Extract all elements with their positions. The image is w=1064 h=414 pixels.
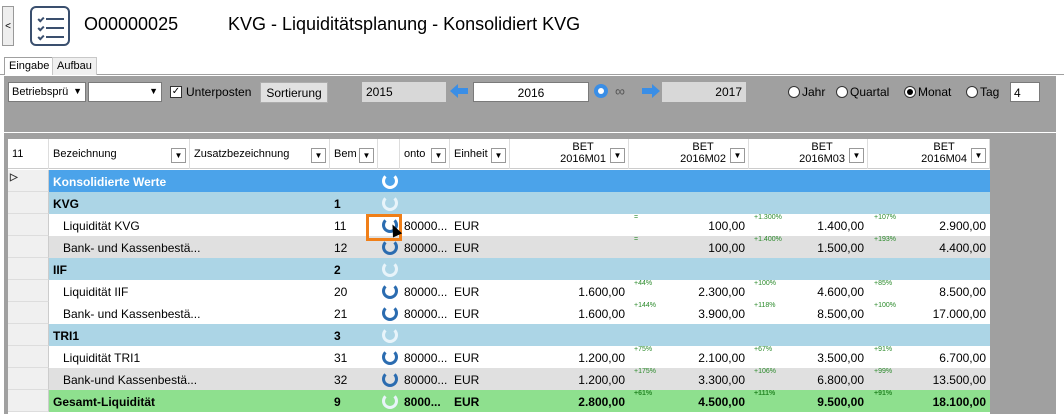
filter-icon[interactable]: ▼	[971, 148, 986, 163]
radio-tag[interactable]	[966, 86, 978, 98]
refresh-icon[interactable]	[382, 173, 398, 189]
row-selector[interactable]	[8, 214, 49, 236]
radio-monat[interactable]	[904, 86, 916, 98]
radio-jahr[interactable]	[788, 86, 800, 98]
unterposten-label: Unterposten	[186, 85, 252, 99]
table-row[interactable]: KVG 1	[8, 192, 990, 214]
col-refresh	[378, 139, 400, 169]
grid-frame: 11 Bezeichnung ▼ Zusatzbezeichnung ▼ Bem ▼ …	[4, 133, 1056, 414]
checklist-icon	[30, 6, 70, 46]
object-id: O00000025	[84, 14, 179, 34]
row-selector[interactable]	[8, 236, 49, 258]
col-einheit[interactable]: Einheit ▼	[450, 139, 510, 169]
refresh-icon[interactable]	[382, 283, 398, 299]
refresh-icon[interactable]	[382, 305, 398, 321]
col-bem[interactable]: Bem ▼	[330, 139, 378, 169]
tag-stepper[interactable]: 4	[1010, 82, 1040, 102]
view-select-value: Betriebsprü	[12, 86, 69, 98]
table-row[interactable]: Bank- und Kassenbestä... 21 80000... EUR…	[8, 302, 990, 324]
row-selector[interactable]	[8, 324, 49, 346]
table-row[interactable]: Bank-und Kassenbestä... 32 80000... EUR …	[8, 368, 990, 390]
refresh-icon[interactable]	[382, 195, 398, 211]
toolbar: Betriebsprü ▼ ▼ ✓ Unterposten Sortierung…	[4, 76, 1056, 132]
header: < O00000025 KVG - Liquiditätsplanung - K…	[0, 0, 1064, 54]
col-selector[interactable]: 11	[8, 139, 49, 169]
filter-icon[interactable]: ▼	[849, 148, 864, 163]
tab-aufbau[interactable]: Aufbau	[52, 57, 97, 75]
table-row[interactable]: Liquidität KVG 11 80000... EUR = 100,00 …	[8, 214, 990, 236]
grid-header: 11 Bezeichnung ▼ Zusatzbezeichnung ▼ Bem ▼ …	[8, 139, 990, 169]
col-m03[interactable]: BET 2016M03 ▼	[749, 139, 868, 169]
unterposten-checkbox[interactable]: ✓	[170, 86, 182, 98]
calendar-reset-icon[interactable]	[593, 83, 609, 99]
check-mark-icon	[37, 33, 45, 41]
radio-quartal-label: Quartal	[850, 85, 890, 99]
table-row[interactable]: ▷ Konsolidierte Werte	[8, 170, 990, 192]
row-selector[interactable]	[8, 346, 49, 368]
radio-monat-label: Monat	[918, 85, 952, 99]
row-selector[interactable]	[8, 192, 49, 214]
row-selector[interactable]	[8, 368, 49, 390]
col-bezeichnung[interactable]: Bezeichnung ▼	[49, 139, 190, 169]
back-button[interactable]: <	[2, 6, 14, 46]
tab-bar: Eingabe Aufbau	[0, 57, 1064, 75]
table-row-total[interactable]: Gesamt-Liquidität 9 8000... EUR 2.800,00…	[8, 390, 990, 412]
filter-icon[interactable]: ▼	[171, 148, 186, 163]
table-row[interactable]: Liquidität IIF 20 80000... EUR 1.600,00 …	[8, 280, 990, 302]
arrow-left-icon[interactable]	[450, 84, 468, 98]
tag-stepper-value: 4	[1014, 86, 1021, 100]
filter-icon[interactable]: ▼	[491, 148, 506, 163]
radio-tag-label: Tag	[980, 85, 1000, 99]
page-title: KVG - Liquiditätsplanung - Konsolidiert …	[228, 14, 581, 34]
view-select[interactable]: Betriebsprü ▼	[8, 82, 86, 102]
tab-eingabe[interactable]: Eingabe	[4, 57, 55, 75]
row-pointer-icon: ▷	[10, 172, 18, 183]
check-mark-icon	[37, 24, 45, 32]
filter-icon[interactable]: ▼	[730, 148, 745, 163]
filter-icon[interactable]: ▼	[311, 148, 326, 163]
refresh-icon[interactable]	[382, 239, 398, 255]
col-konto[interactable]: onto ▼	[400, 139, 450, 169]
check-mark-icon	[37, 15, 45, 23]
table-row[interactable]: TRI1 3	[8, 324, 990, 346]
filter-icon[interactable]: ▼	[431, 148, 446, 163]
row-selector[interactable]: ▷	[8, 170, 49, 192]
infinity-icon[interactable]: ∞	[615, 83, 625, 99]
refresh-icon[interactable]	[382, 327, 398, 343]
row-selector[interactable]	[8, 280, 49, 302]
chevron-down-icon: ▼	[73, 86, 82, 96]
row-selector[interactable]	[8, 258, 49, 280]
refresh-icon[interactable]	[382, 261, 398, 277]
year-from: 2015	[362, 82, 446, 102]
table-row[interactable]: IIF 2	[8, 258, 990, 280]
filter-icon[interactable]: ▼	[359, 148, 374, 163]
year-to: 2017	[662, 82, 746, 102]
right-panel	[990, 139, 1056, 414]
data-grid: 11 Bezeichnung ▼ Zusatzbezeichnung ▼ Bem ▼ …	[8, 139, 990, 414]
radio-jahr-label: Jahr	[802, 85, 826, 99]
table-row[interactable]: Bank- und Kassenbestä... 12 80000... EUR…	[8, 236, 990, 258]
table-row[interactable]: Liquidität TRI1 31 80000... EUR 1.200,00…	[8, 346, 990, 368]
row-selector[interactable]	[8, 302, 49, 324]
radio-quartal[interactable]	[836, 86, 848, 98]
col-zusatzbezeichnung[interactable]: Zusatzbezeichnung ▼	[190, 139, 330, 169]
sortierung-button[interactable]: Sortierung	[260, 82, 328, 103]
refresh-icon[interactable]	[382, 393, 398, 409]
col-m02[interactable]: BET 2016M02 ▼	[629, 139, 749, 169]
year-input[interactable]: 2016	[473, 82, 589, 102]
refresh-icon[interactable]	[382, 349, 398, 365]
filter-icon[interactable]: ▼	[610, 148, 625, 163]
chevron-down-icon: ▼	[149, 86, 158, 96]
filter-select[interactable]: ▼	[88, 82, 162, 102]
col-m04[interactable]: BET 2016M04 ▼	[868, 139, 990, 169]
arrow-right-icon[interactable]	[642, 84, 660, 98]
row-selector[interactable]	[8, 390, 49, 412]
refresh-icon[interactable]	[382, 371, 398, 387]
col-m01[interactable]: BET 2016M01 ▼	[510, 139, 629, 169]
